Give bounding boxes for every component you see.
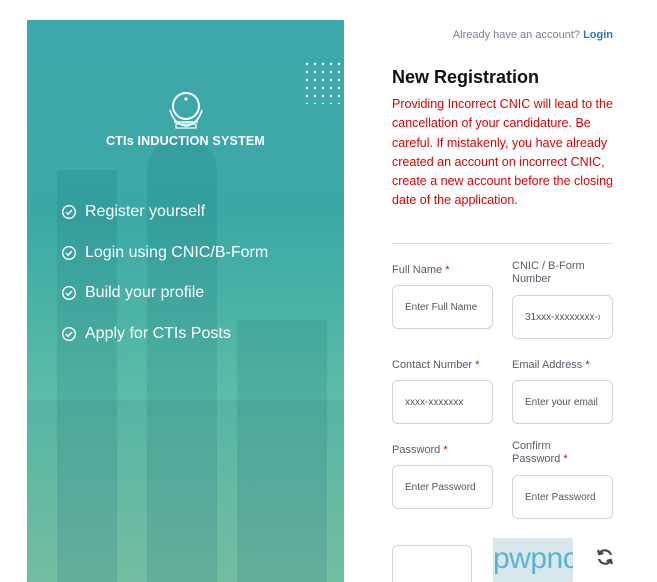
feature-item: Login using CNIC/B-Form <box>61 233 268 274</box>
label-text: Contact Number <box>392 359 473 371</box>
feature-item: Apply for CTIs Posts <box>61 314 268 355</box>
password-label: Password * <box>392 444 448 457</box>
cnic-label: CNIC / B-Form Number <box>512 260 612 286</box>
password-input[interactable] <box>405 481 480 493</box>
login-link[interactable]: Login <box>583 29 613 41</box>
feature-label: Apply for CTIs Posts <box>85 324 231 342</box>
feature-label: Build your profile <box>85 284 205 302</box>
captcha-text: pwpnc <box>493 542 573 575</box>
cnic-input[interactable] <box>525 311 600 323</box>
label-text: Confirm Password <box>512 440 561 465</box>
required-marker: * <box>475 359 480 371</box>
account-prompt-text: Already have an account? <box>452 29 580 41</box>
government-emblem-icon <box>168 92 203 129</box>
logo-wrap <box>27 88 344 137</box>
divider <box>392 243 613 244</box>
email-field[interactable] <box>512 380 613 424</box>
feature-label: Login using CNIC/B-Form <box>85 243 269 261</box>
label-text: Full Name <box>392 264 443 276</box>
check-circle-icon <box>61 286 77 301</box>
full-name-field[interactable] <box>392 285 493 329</box>
feature-item: Build your profile <box>61 273 268 314</box>
email-input[interactable] <box>525 396 600 408</box>
confirm-password-input[interactable] <box>525 491 600 503</box>
check-circle-icon <box>61 205 77 220</box>
contact-field[interactable] <box>392 380 493 424</box>
captcha-input[interactable] <box>392 545 472 582</box>
confirm-password-label: Confirm Password * <box>512 440 592 466</box>
required-marker: * <box>443 444 448 456</box>
required-marker: * <box>563 453 568 465</box>
contact-input[interactable] <box>405 396 480 408</box>
confirm-password-field[interactable] <box>512 475 613 519</box>
refresh-icon[interactable] <box>595 547 615 567</box>
cnic-field[interactable] <box>512 295 613 339</box>
required-marker: * <box>585 359 590 371</box>
feature-list: Register yourself Login using CNIC/B-For… <box>61 192 268 354</box>
registration-page: CTIs INDUCTION SYSTEM Register yourself … <box>0 0 657 582</box>
label-text: CNIC / B-Form Number <box>512 260 585 285</box>
login-prompt: Already have an account? Login <box>453 29 613 41</box>
label-text: Password <box>392 444 441 456</box>
required-marker: * <box>445 264 450 276</box>
system-title: CTIs INDUCTION SYSTEM <box>105 134 266 148</box>
contact-label: Contact Number * <box>392 359 479 372</box>
feature-item: Register yourself <box>61 192 268 233</box>
full-name-input[interactable] <box>405 301 480 313</box>
full-name-label: Full Name * <box>392 264 449 277</box>
form-title: New Registration <box>392 67 540 87</box>
check-circle-icon <box>61 326 77 341</box>
branding-panel: CTIs INDUCTION SYSTEM Register yourself … <box>27 20 344 582</box>
check-circle-icon <box>61 245 77 260</box>
email-label: Email Address * <box>512 359 590 372</box>
cnic-warning: Providing Incorrect CNIC will lead to th… <box>392 97 613 208</box>
building-silhouette <box>27 400 344 582</box>
label-text: Email Address <box>512 359 583 371</box>
captcha-image: pwpnc <box>493 538 573 582</box>
feature-label: Register yourself <box>85 203 206 221</box>
password-field[interactable] <box>392 465 493 509</box>
